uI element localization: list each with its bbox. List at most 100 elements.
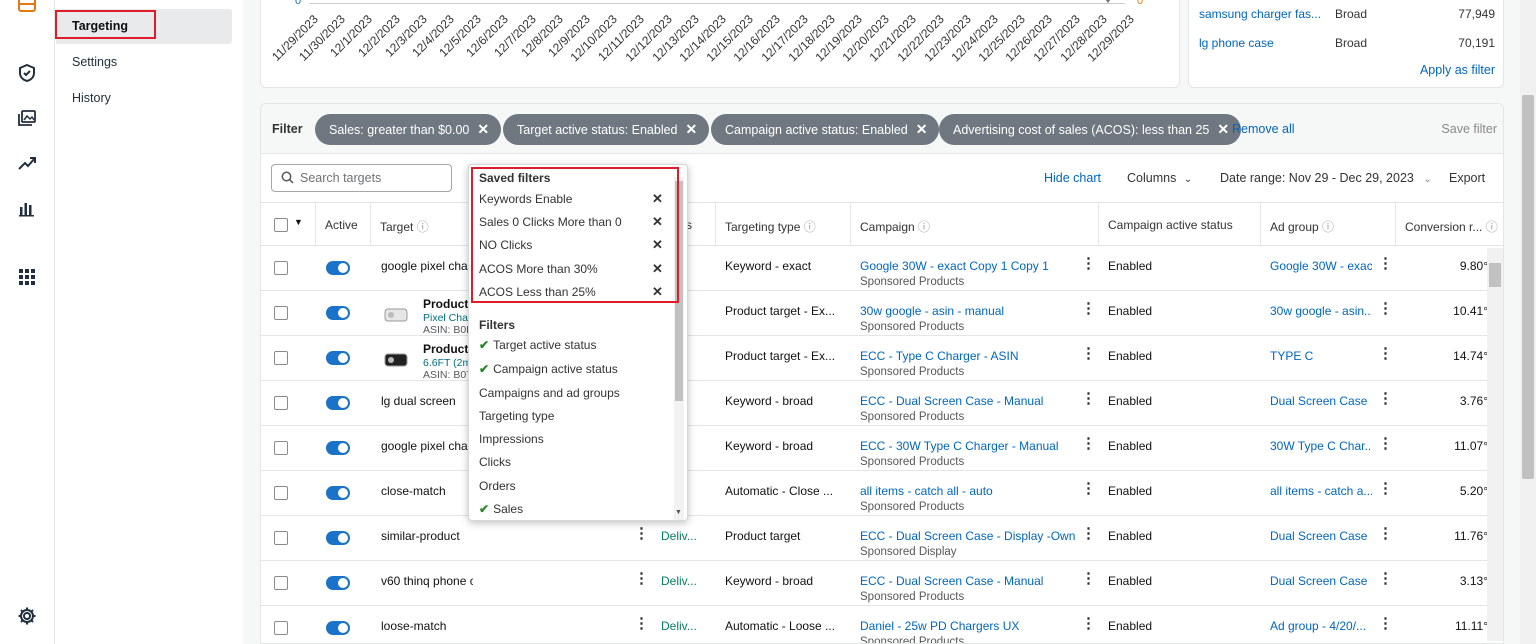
row-checkbox[interactable] bbox=[274, 486, 288, 500]
caret-down-icon[interactable]: ▼ bbox=[294, 217, 303, 227]
export-button[interactable]: Export bbox=[1449, 171, 1485, 185]
active-toggle[interactable] bbox=[326, 621, 350, 635]
campaign-link[interactable]: all items - catch all - auto bbox=[860, 484, 1075, 498]
column-header-target[interactable]: Target ⓘ bbox=[380, 218, 429, 235]
filter-chip-target-status[interactable]: Target active status: Enabled ✕ bbox=[503, 114, 710, 145]
more-options-icon[interactable]: ⋮ bbox=[634, 616, 649, 631]
more-options-icon[interactable]: ⋮ bbox=[1378, 391, 1393, 406]
suggested-keyword-link[interactable]: samsung charger fas... bbox=[1199, 7, 1321, 21]
more-options-icon[interactable]: ⋮ bbox=[1378, 346, 1393, 361]
more-options-icon[interactable]: ⋮ bbox=[1081, 256, 1096, 271]
active-toggle[interactable] bbox=[326, 306, 350, 320]
campaign-link[interactable]: ECC - Dual Screen Case - Display -Own A.… bbox=[860, 529, 1075, 543]
more-options-icon[interactable]: ⋮ bbox=[1081, 301, 1096, 316]
more-options-icon[interactable]: ⋮ bbox=[1081, 526, 1096, 541]
more-options-icon[interactable]: ⋮ bbox=[1081, 436, 1096, 451]
ad-group-link[interactable]: 30w google - asin... bbox=[1270, 304, 1372, 318]
filter-option-impressions[interactable]: Impressions bbox=[479, 432, 544, 446]
product-title-link[interactable]: 6.6FT (2m bbox=[423, 357, 468, 369]
shield-icon[interactable] bbox=[16, 62, 38, 84]
save-filter-button[interactable]: Save filter bbox=[1441, 122, 1497, 136]
more-options-icon[interactable]: ⋮ bbox=[634, 571, 649, 586]
ad-group-link[interactable]: Google 30W - exact bbox=[1270, 259, 1372, 273]
ad-group-link[interactable]: Dual Screen Case bbox=[1270, 394, 1372, 408]
close-icon[interactable]: ✕ bbox=[477, 121, 489, 138]
campaign-link[interactable]: ECC - Type C Charger - ASIN bbox=[860, 349, 1075, 363]
filter-chip-sales[interactable]: Sales: greater than $0.00 ✕ bbox=[315, 114, 502, 145]
more-options-icon[interactable]: ⋮ bbox=[1378, 616, 1393, 631]
ad-group-link[interactable]: Dual Screen Case bbox=[1270, 529, 1372, 543]
more-options-icon[interactable]: ⋮ bbox=[1378, 256, 1393, 271]
table-scrollbar[interactable] bbox=[1487, 248, 1503, 641]
ad-group-link[interactable]: Ad group - 4/20/... bbox=[1270, 619, 1372, 633]
more-options-icon[interactable]: ⋮ bbox=[1081, 391, 1096, 406]
close-icon[interactable]: ✕ bbox=[686, 121, 698, 138]
more-options-icon[interactable]: ⋮ bbox=[634, 526, 649, 541]
close-icon[interactable]: ✕ bbox=[1217, 121, 1229, 138]
filter-option-orders[interactable]: Orders bbox=[479, 479, 516, 493]
columns-dropdown[interactable]: Columns ⌄ bbox=[1127, 171, 1192, 185]
row-checkbox[interactable] bbox=[274, 576, 288, 590]
trend-icon[interactable] bbox=[16, 152, 38, 174]
active-toggle[interactable] bbox=[326, 531, 350, 545]
more-options-icon[interactable]: ⋮ bbox=[1378, 436, 1393, 451]
campaign-link[interactable]: Google 30W - exact Copy 1 Copy 1 bbox=[860, 259, 1075, 273]
search-input[interactable]: Search targets bbox=[271, 164, 452, 192]
media-library-icon[interactable] bbox=[16, 107, 38, 129]
active-toggle[interactable] bbox=[326, 576, 350, 590]
column-header-targeting-type[interactable]: Targeting type ⓘ bbox=[725, 218, 816, 235]
more-options-icon[interactable]: ⋮ bbox=[1081, 481, 1096, 496]
campaign-link[interactable]: ECC - 30W Type C Charger - Manual bbox=[860, 439, 1075, 453]
row-checkbox[interactable] bbox=[274, 306, 288, 320]
select-all-checkbox[interactable] bbox=[274, 218, 288, 232]
bar-chart-icon[interactable] bbox=[16, 197, 38, 219]
page-scroll-thumb[interactable] bbox=[1522, 95, 1534, 479]
remove-all-link[interactable]: Remove all bbox=[1232, 122, 1295, 136]
apply-as-filter-link[interactable]: Apply as filter bbox=[1420, 63, 1495, 77]
apps-grid-icon[interactable] bbox=[16, 266, 38, 288]
more-options-icon[interactable]: ⋮ bbox=[1378, 481, 1393, 496]
column-header-ad-group[interactable]: Ad group ⓘ bbox=[1270, 218, 1334, 235]
filter-option-campaign-active-status[interactable]: ✔ Campaign active status bbox=[479, 362, 618, 376]
campaign-manager-icon[interactable] bbox=[16, 0, 38, 16]
more-options-icon[interactable]: ⋮ bbox=[1378, 301, 1393, 316]
hide-chart-link[interactable]: Hide chart bbox=[1044, 171, 1101, 185]
scroll-down-arrow-icon[interactable]: ▼ bbox=[675, 509, 682, 516]
campaign-link[interactable]: Daniel - 25w PD Chargers UX bbox=[860, 619, 1075, 633]
ad-group-link[interactable]: Dual Screen Case bbox=[1270, 574, 1372, 588]
filter-option-targeting-type[interactable]: Targeting type bbox=[479, 409, 554, 423]
campaign-link[interactable]: 30w google - asin - manual bbox=[860, 304, 1075, 318]
active-toggle[interactable] bbox=[326, 396, 350, 410]
row-checkbox[interactable] bbox=[274, 441, 288, 455]
product-title-link[interactable]: Pixel Char bbox=[423, 312, 468, 324]
filter-option-sales[interactable]: ✔ Sales bbox=[479, 502, 523, 516]
nav-item-history[interactable]: History bbox=[72, 91, 111, 105]
campaign-link[interactable]: ECC - Dual Screen Case - Manual bbox=[860, 574, 1075, 588]
column-header-active[interactable]: Active bbox=[325, 218, 358, 232]
more-options-icon[interactable]: ⋮ bbox=[1081, 571, 1096, 586]
active-toggle[interactable] bbox=[326, 261, 350, 275]
row-checkbox[interactable] bbox=[274, 396, 288, 410]
ad-group-link[interactable]: TYPE C bbox=[1270, 349, 1372, 363]
filter-chip-acos[interactable]: Advertising cost of sales (ACOS): less t… bbox=[939, 114, 1242, 145]
table-scroll-thumb[interactable] bbox=[1489, 263, 1501, 287]
ad-group-link[interactable]: 30W Type C Char... bbox=[1270, 439, 1372, 453]
more-options-icon[interactable]: ⋮ bbox=[1081, 346, 1096, 361]
row-checkbox[interactable] bbox=[274, 531, 288, 545]
campaign-link[interactable]: ECC - Dual Screen Case - Manual bbox=[860, 394, 1075, 408]
settings-gear-icon[interactable] bbox=[16, 605, 38, 627]
column-header-campaign-status[interactable]: Campaign active status bbox=[1108, 218, 1233, 232]
active-toggle[interactable] bbox=[326, 486, 350, 500]
filter-option-campaigns-ad-groups[interactable]: Campaigns and ad groups bbox=[479, 386, 620, 400]
column-header-conversion[interactable]: Conversion r... ⓘ bbox=[1405, 218, 1498, 235]
filter-option-target-active-status[interactable]: ✔ Target active status bbox=[479, 338, 596, 352]
close-icon[interactable]: ✕ bbox=[916, 121, 928, 138]
nav-item-settings[interactable]: Settings bbox=[72, 55, 117, 69]
active-toggle[interactable] bbox=[326, 351, 350, 365]
suggested-keyword-link[interactable]: lg phone case bbox=[1199, 36, 1274, 50]
more-options-icon[interactable]: ⋮ bbox=[1378, 526, 1393, 541]
more-options-icon[interactable]: ⋮ bbox=[1378, 571, 1393, 586]
active-toggle[interactable] bbox=[326, 441, 350, 455]
filter-chip-campaign-status[interactable]: Campaign active status: Enabled ✕ bbox=[711, 114, 940, 145]
ad-group-link[interactable]: all items - catch a... bbox=[1270, 484, 1372, 498]
